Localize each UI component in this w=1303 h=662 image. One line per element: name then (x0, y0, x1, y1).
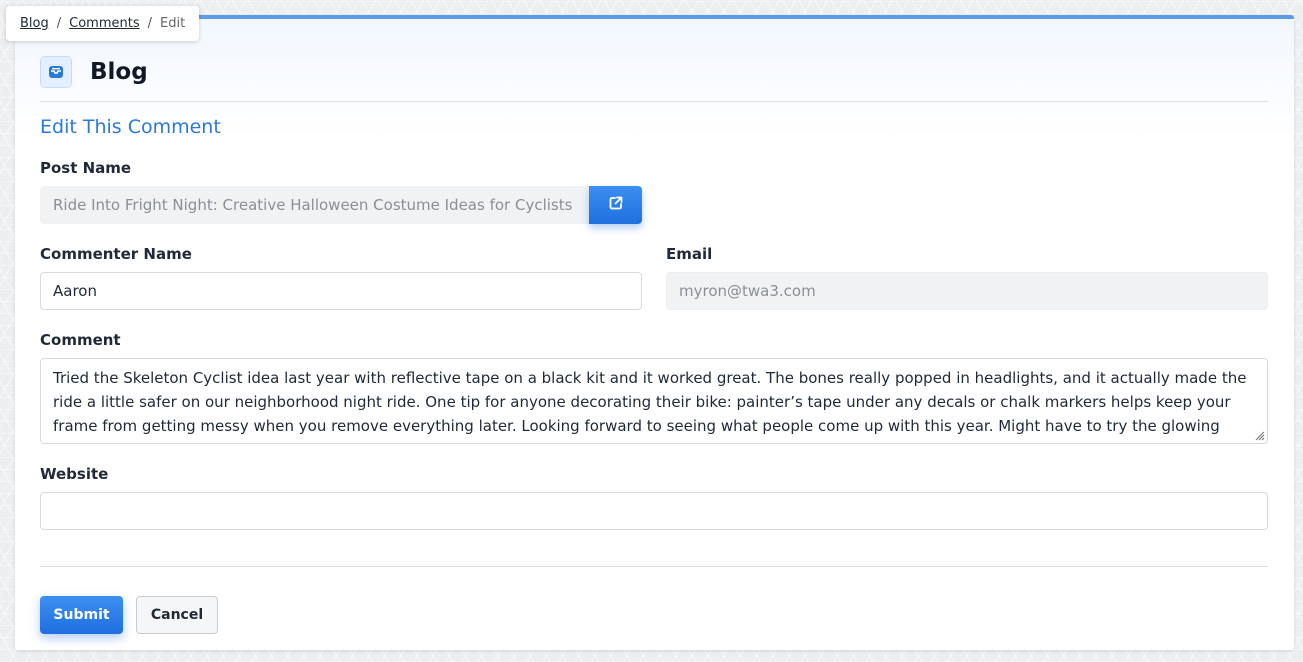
breadcrumb-separator: / (147, 16, 152, 31)
header-divider (40, 101, 1268, 102)
cancel-button[interactable]: Cancel (136, 596, 218, 634)
external-link-icon (608, 195, 624, 215)
website-input[interactable] (40, 492, 1268, 530)
breadcrumb-link-comments[interactable]: Comments (69, 16, 139, 31)
section-title: Edit This Comment (40, 116, 221, 138)
commenter-name-label: Commenter Name (40, 245, 192, 263)
commenter-name-input[interactable]: Aaron (40, 272, 642, 310)
email-field[interactable]: myron@twa3.com (666, 272, 1268, 310)
page-title: Blog (90, 59, 148, 85)
breadcrumb: Blog / Comments / Edit (6, 6, 200, 41)
post-name-label: Post Name (40, 159, 132, 177)
website-label: Website (40, 465, 109, 483)
resize-handle-icon[interactable] (1253, 429, 1265, 441)
edit-comment-card: Blog Edit This Comment Post Name Ride In… (15, 15, 1294, 650)
submit-button[interactable]: Submit (40, 596, 123, 634)
post-name-group: Ride Into Fright Night: Creative Hallowe… (40, 186, 642, 224)
breadcrumb-separator: / (56, 16, 62, 31)
open-post-button[interactable] (589, 186, 642, 224)
post-name-field[interactable]: Ride Into Fright Night: Creative Hallowe… (40, 186, 589, 224)
breadcrumb-link-blog[interactable]: Blog (20, 16, 49, 31)
mail-inbox-icon (40, 56, 72, 88)
footer-divider (40, 566, 1268, 567)
comment-text: Tried the Skeleton Cyclist idea last yea… (53, 369, 1247, 443)
breadcrumb-current: Edit (160, 16, 186, 31)
page-header: Blog (40, 56, 148, 88)
email-label: Email (666, 245, 713, 263)
comment-label: Comment (40, 331, 121, 349)
comment-textarea[interactable]: Tried the Skeleton Cyclist idea last yea… (40, 358, 1268, 444)
